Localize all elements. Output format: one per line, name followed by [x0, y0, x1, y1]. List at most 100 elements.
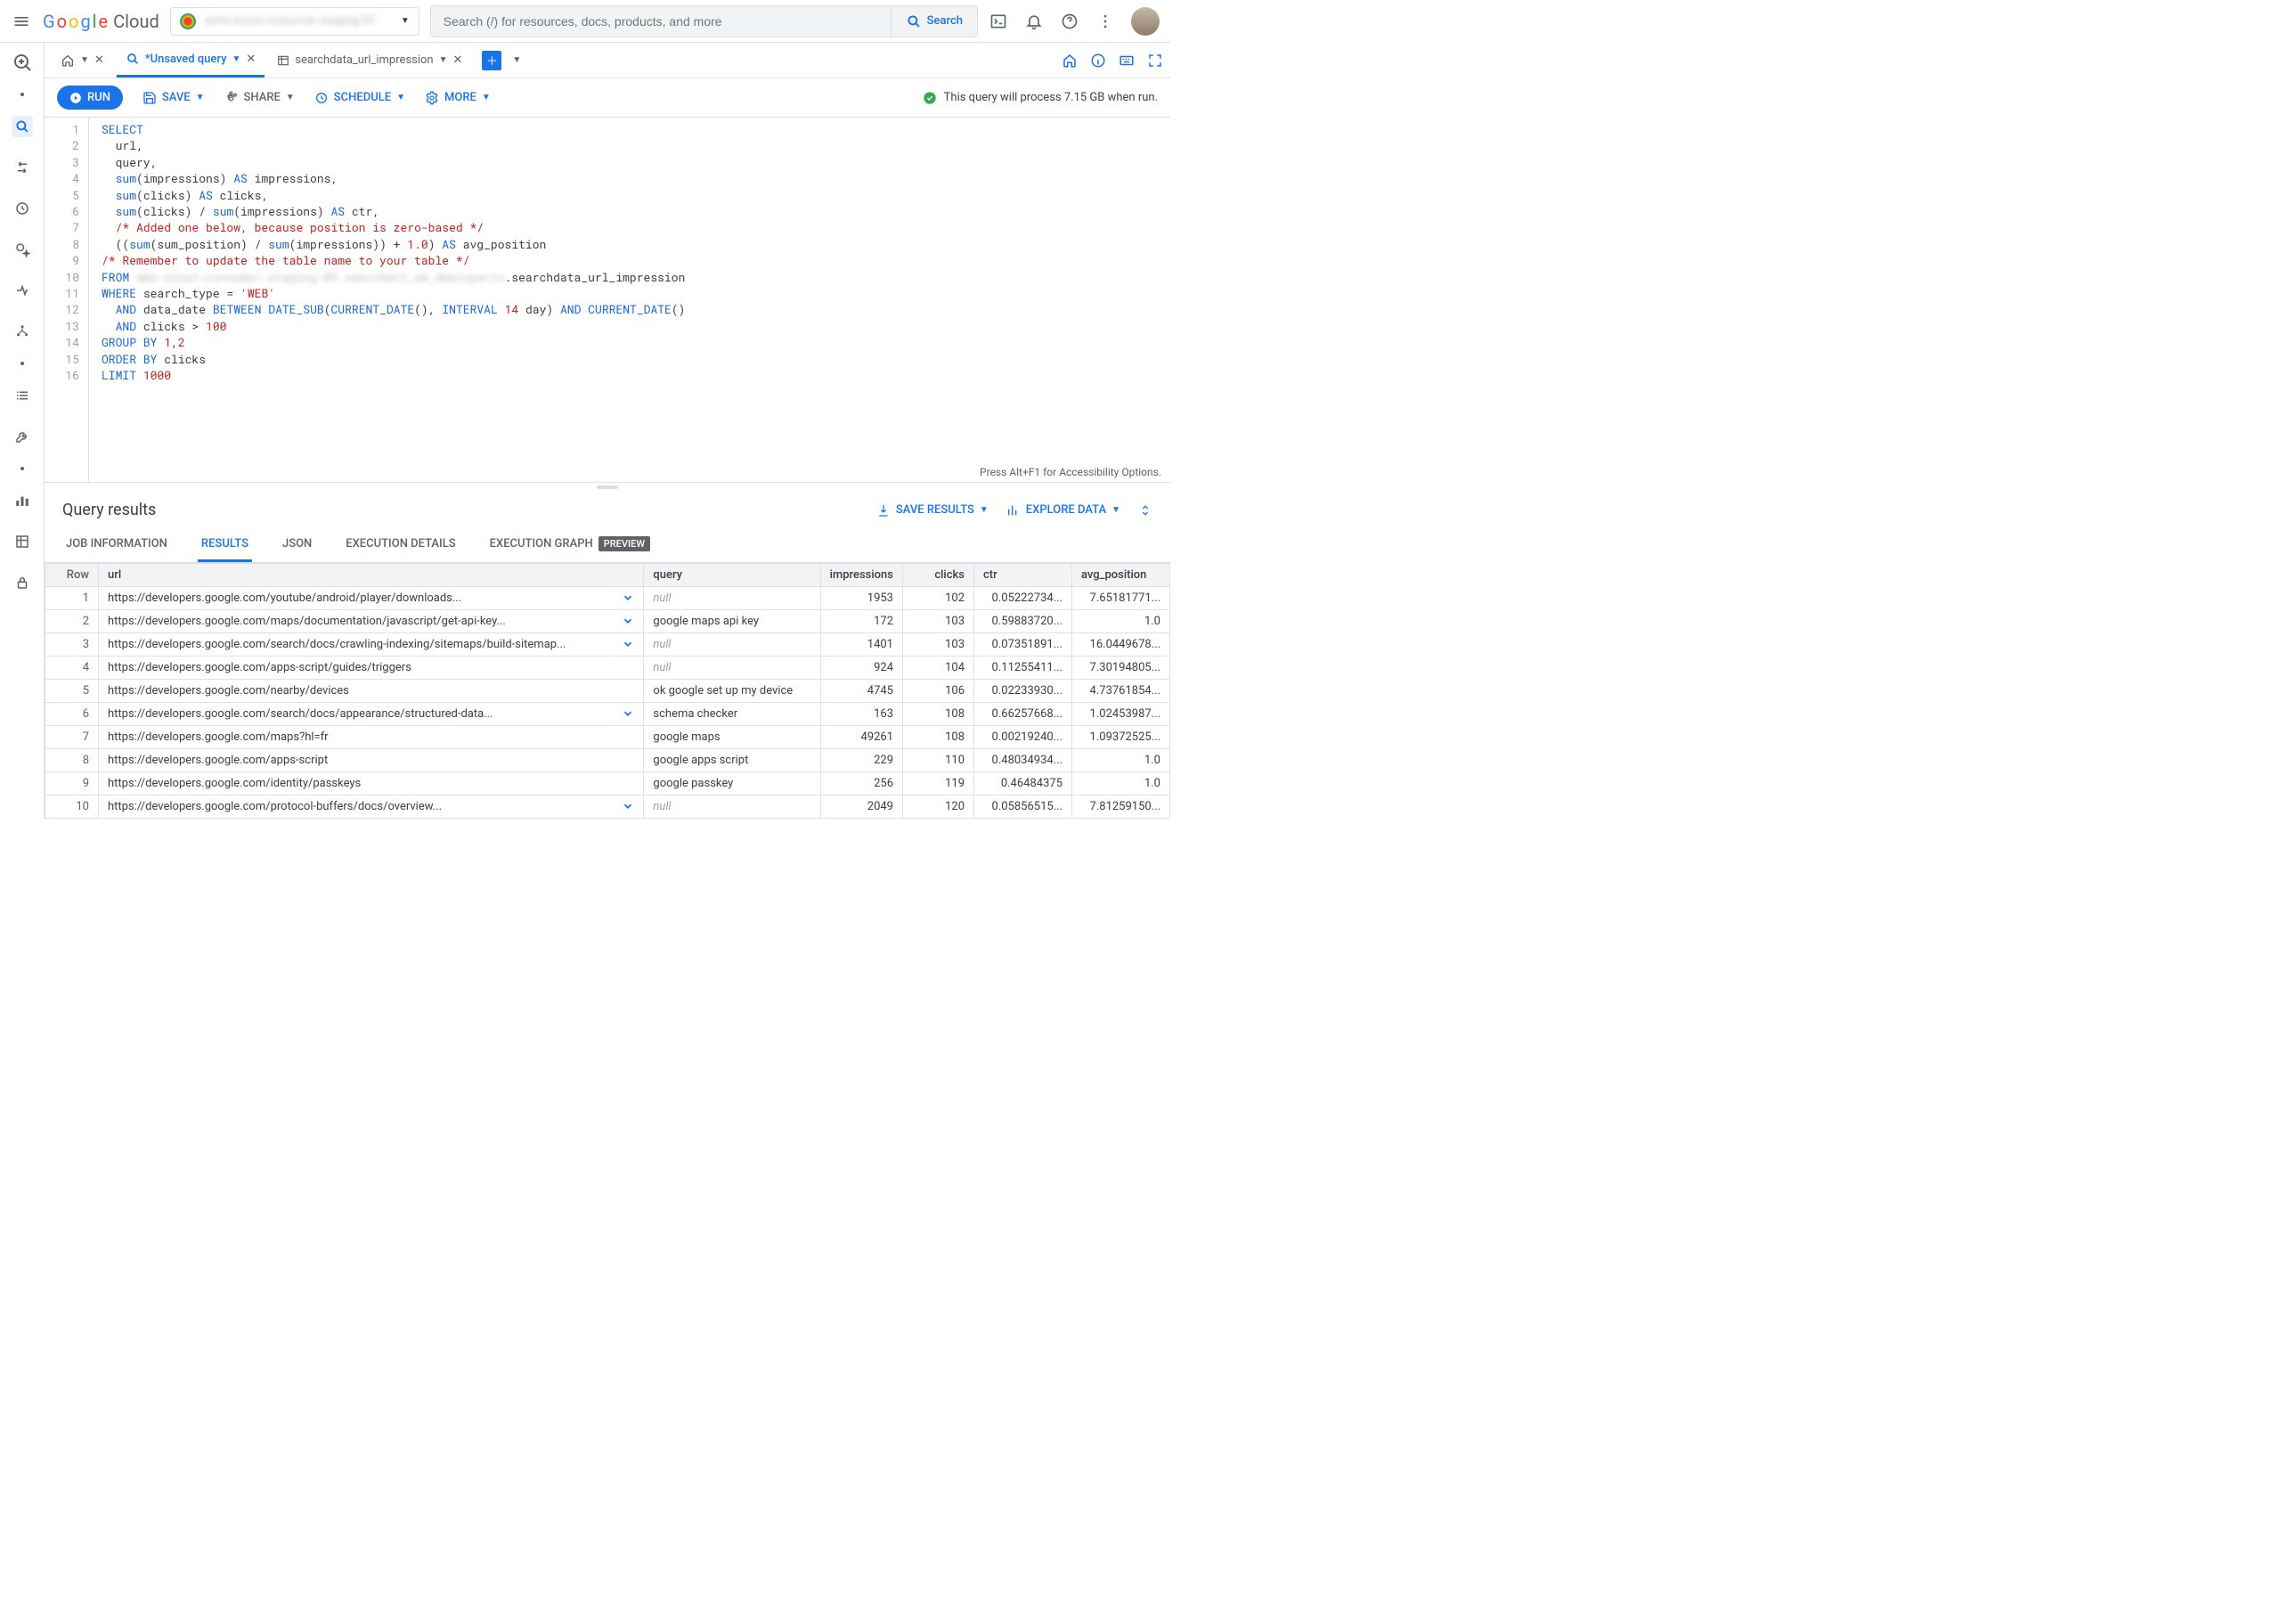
rail-table-icon[interactable]: [12, 531, 33, 552]
sql-editor[interactable]: 12345678910111213141516 SELECT url, quer…: [45, 118, 1170, 483]
chevron-down-icon: ▼: [232, 54, 240, 64]
cell-row: 3: [45, 633, 99, 657]
logo-google-cloud[interactable]: GoogleCloud: [43, 11, 159, 32]
expand-collapse-icon[interactable]: [1138, 503, 1152, 518]
bigquery-icon[interactable]: [12, 52, 33, 73]
tab-home[interactable]: ▼ ✕: [52, 43, 113, 77]
cell-clicks: 110: [903, 749, 974, 772]
main-area: ▼ ✕ *Unsaved query ▼ ✕ searchdata_url_im…: [45, 43, 1170, 820]
chevron-down-icon[interactable]: [622, 615, 634, 627]
table-row[interactable]: 9 https://developers.google.com/identity…: [45, 772, 1170, 795]
avatar[interactable]: [1131, 7, 1160, 36]
top-bar: GoogleCloud write-scout-consumer-staging…: [0, 0, 1170, 43]
cell-impressions: 256: [820, 772, 902, 795]
schedule-button[interactable]: SCHEDULE▼: [314, 91, 405, 105]
cell-row: 5: [45, 680, 99, 703]
chevron-down-icon[interactable]: [622, 707, 634, 720]
cell-clicks: 120: [903, 795, 974, 819]
chevron-down-icon[interactable]: [622, 638, 634, 650]
col-query[interactable]: query: [644, 564, 820, 587]
rail-scheduled-icon[interactable]: [12, 198, 33, 219]
rail-capacity-icon[interactable]: [12, 280, 33, 301]
cell-avg: 1.09372525...: [1072, 726, 1170, 749]
col-row[interactable]: Row: [45, 564, 99, 587]
col-url[interactable]: url: [99, 564, 644, 587]
cell-avg: 7.30194805...: [1072, 657, 1170, 680]
table-row[interactable]: 5 https://developers.google.com/nearby/d…: [45, 680, 1170, 703]
cell-ctr: 0.59883720...: [974, 610, 1072, 633]
table-row[interactable]: 10 https://developers.google.com/protoco…: [45, 795, 1170, 819]
status-text: This query will process 7.15 GB when run…: [944, 91, 1158, 104]
rail-lock-icon[interactable]: [12, 572, 33, 593]
info-icon[interactable]: [1090, 53, 1106, 69]
chevron-down-icon[interactable]: ▼: [512, 55, 521, 65]
close-icon[interactable]: ✕: [452, 53, 462, 67]
cell-impressions: 229: [820, 749, 902, 772]
table-row[interactable]: 2 https://developers.google.com/maps/doc…: [45, 610, 1170, 633]
project-picker[interactable]: write-scout-consumer-staging-05 ▼: [170, 7, 419, 36]
share-button[interactable]: SHARE▼: [224, 91, 295, 105]
rail-search-icon[interactable]: [12, 116, 33, 137]
close-icon[interactable]: ✕: [94, 53, 104, 67]
table-row[interactable]: 4 https://developers.google.com/apps-scr…: [45, 657, 1170, 680]
add-tab-button[interactable]: ＋: [482, 51, 501, 70]
more-button[interactable]: MORE▼: [425, 91, 491, 105]
cell-query: null: [644, 633, 820, 657]
results-panel: Query results SAVE RESULTS▼ EXPLORE DATA…: [45, 492, 1170, 820]
notifications-icon[interactable]: [1024, 12, 1044, 31]
col-ctr[interactable]: ctr: [974, 564, 1072, 587]
rail-list-icon[interactable]: [12, 385, 33, 406]
table-row[interactable]: 6 https://developers.google.com/search/d…: [45, 703, 1170, 726]
close-icon[interactable]: ✕: [246, 53, 256, 66]
table-row[interactable]: 8 https://developers.google.com/apps-scr…: [45, 749, 1170, 772]
fullscreen-icon[interactable]: [1147, 53, 1163, 69]
tab-job-info[interactable]: JOB INFORMATION: [62, 528, 171, 562]
cell-ctr: 0.46484375: [974, 772, 1072, 795]
rail-transfers-icon[interactable]: [12, 157, 33, 178]
keyboard-icon[interactable]: [1119, 53, 1135, 69]
save-button[interactable]: SAVE▼: [142, 91, 205, 105]
tab-table[interactable]: searchdata_url_impression ▼ ✕: [268, 43, 471, 77]
tab-json[interactable]: JSON: [279, 528, 315, 562]
menu-icon[interactable]: [11, 11, 32, 32]
header-row: Row url query impressions clicks ctr avg…: [45, 564, 1170, 587]
tab-exec-graph[interactable]: EXECUTION GRAPHPREVIEW: [486, 528, 654, 562]
rail-tree-icon[interactable]: [12, 321, 33, 342]
results-grid[interactable]: Row url query impressions clicks ctr avg…: [45, 563, 1170, 820]
cell-avg: 4.73761854...: [1072, 680, 1170, 703]
pane-splitter[interactable]: [45, 483, 1170, 492]
col-impressions[interactable]: impressions: [820, 564, 902, 587]
search-input[interactable]: [431, 14, 891, 29]
search-button[interactable]: Search: [891, 6, 977, 37]
cloud-shell-icon[interactable]: [989, 12, 1008, 31]
left-rail: [0, 43, 45, 820]
rail-star-icon[interactable]: [12, 239, 33, 260]
cell-row: 2: [45, 610, 99, 633]
table-row[interactable]: 7 https://developers.google.com/maps?hl=…: [45, 726, 1170, 749]
tab-label: searchdata_url_impression: [295, 53, 433, 67]
rail-wrench-icon[interactable]: [12, 426, 33, 447]
cell-ctr: 0.66257668...: [974, 703, 1072, 726]
tab-unsaved-query[interactable]: *Unsaved query ▼ ✕: [117, 43, 265, 77]
col-avg-pos[interactable]: avg_position: [1072, 564, 1170, 587]
top-icons: [989, 7, 1160, 36]
col-clicks[interactable]: clicks: [903, 564, 974, 587]
cell-clicks: 106: [903, 680, 974, 703]
chevron-down-icon[interactable]: [622, 800, 634, 812]
tab-home-icon[interactable]: [1062, 53, 1078, 69]
code-area[interactable]: SELECT url, query, sum(impressions) AS i…: [89, 118, 1170, 482]
table-row[interactable]: 3 https://developers.google.com/search/d…: [45, 633, 1170, 657]
cell-query: null: [644, 657, 820, 680]
more-vert-icon[interactable]: [1095, 12, 1115, 31]
help-icon[interactable]: [1060, 12, 1079, 31]
tab-exec-details[interactable]: EXECUTION DETAILS: [342, 528, 459, 562]
save-results-button[interactable]: SAVE RESULTS▼: [876, 503, 989, 518]
cell-url: https://developers.google.com/youtube/an…: [99, 587, 644, 610]
chevron-down-icon[interactable]: [622, 591, 634, 604]
explore-data-button[interactable]: EXPLORE DATA▼: [1006, 503, 1120, 518]
run-button[interactable]: RUN: [57, 86, 123, 110]
cell-url: https://developers.google.com/maps/docum…: [99, 610, 644, 633]
rail-analytics-icon[interactable]: [12, 490, 33, 511]
table-row[interactable]: 1 https://developers.google.com/youtube/…: [45, 587, 1170, 610]
tab-results[interactable]: RESULTS: [198, 528, 252, 562]
